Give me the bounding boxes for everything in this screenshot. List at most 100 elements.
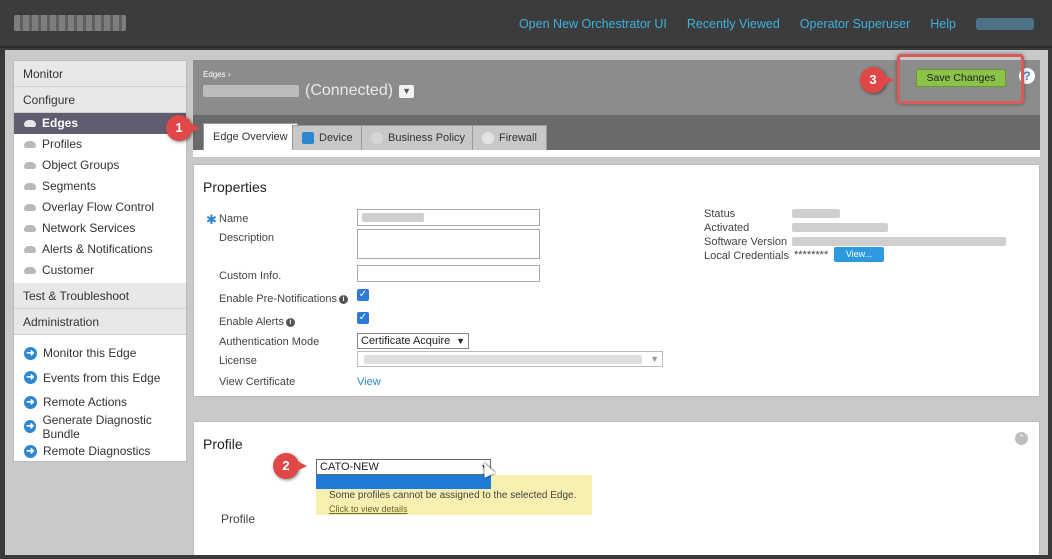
- arrow-right-icon: ➜: [24, 420, 37, 434]
- sidebar-item-label: Profiles: [42, 137, 83, 151]
- license-select[interactable]: ▼: [357, 351, 663, 367]
- view-certificate-link[interactable]: View: [357, 376, 381, 388]
- sidebar-item-alerts-notifications[interactable]: Alerts & Notifications: [14, 239, 186, 260]
- tab-label: Device: [319, 132, 353, 144]
- flame-icon: [482, 132, 494, 144]
- license-value: [364, 355, 642, 364]
- recently-viewed-link[interactable]: Recently Viewed: [687, 17, 780, 31]
- ribbon-icon: [371, 132, 383, 144]
- description-field[interactable]: [357, 229, 540, 259]
- profile-label: Profile: [221, 512, 256, 526]
- arrow-right-icon: ➜: [24, 346, 37, 360]
- tab-label: Edge Overview: [213, 131, 288, 143]
- tab-device[interactable]: Device: [292, 125, 363, 150]
- cloud-icon: [24, 120, 36, 127]
- cloud-icon: [24, 267, 36, 274]
- sidebar-item-label: Customer: [42, 263, 95, 277]
- auth-mode-select[interactable]: Certificate Acquire ▼: [357, 333, 469, 349]
- cloud-icon: [24, 246, 36, 253]
- view-details-link[interactable]: Click to view details: [329, 504, 408, 514]
- callout-2: 2: [273, 453, 307, 479]
- sidebar-item-label: Overlay Flow Control: [42, 200, 155, 214]
- dropdown-option-highlight[interactable]: [316, 475, 491, 489]
- tab-business-policy[interactable]: Business Policy: [361, 125, 476, 150]
- tab-content-strip: [193, 150, 1040, 157]
- operator-superuser-link[interactable]: Operator Superuser: [800, 17, 910, 31]
- sidebar-item-segments[interactable]: Segments: [14, 176, 186, 197]
- app-logo: [14, 15, 126, 31]
- remote-diagnostics-link[interactable]: ➜ Remote Diagnostics: [14, 439, 186, 464]
- required-indicator: ✱: [206, 212, 217, 227]
- view-credentials-button[interactable]: View...: [834, 247, 884, 262]
- software-version-value: [792, 237, 1006, 246]
- status-value: [792, 209, 840, 218]
- chevron-down-icon[interactable]: ▼: [399, 84, 415, 98]
- tab-label: Firewall: [499, 132, 537, 144]
- name-label: Name: [219, 213, 249, 225]
- pre-notifications-label: Enable Pre-Notifications i: [219, 293, 349, 305]
- tab-firewall[interactable]: Firewall: [472, 125, 547, 150]
- properties-panel: Properties ✱ Name Description Custom Inf…: [193, 164, 1040, 397]
- generate-diagnostic-bundle-link[interactable]: ➜ Generate Diagnostic Bundle: [14, 413, 186, 441]
- profile-selected-value: CATO-NEW: [320, 461, 379, 473]
- action-label: Remote Diagnostics: [43, 444, 151, 459]
- action-label: Monitor this Edge: [43, 346, 137, 361]
- enable-alerts-checkbox[interactable]: ✓: [357, 312, 369, 324]
- sidebar-item-label: Network Services: [42, 221, 136, 235]
- sidebar-section-monitor[interactable]: Monitor: [14, 61, 186, 87]
- status-label: Status: [704, 208, 736, 220]
- edge-name: [203, 85, 299, 97]
- chevron-down-icon: ▼: [650, 354, 659, 364]
- action-label: Events from this Edge: [43, 370, 161, 385]
- save-highlight-box: [897, 54, 1024, 104]
- warning-text: Some profiles cannot be assigned to the …: [329, 490, 577, 501]
- arrow-right-icon: ➜: [24, 444, 37, 458]
- tab-label: Business Policy: [388, 132, 466, 144]
- custom-info-field[interactable]: [357, 265, 540, 282]
- sidebar-item-overlay-flow-control[interactable]: Overlay Flow Control: [14, 197, 186, 218]
- sidebar-item-profiles[interactable]: Profiles: [14, 134, 186, 155]
- custom-info-label: Custom Info.: [219, 270, 282, 282]
- auth-mode-label: Authentication Mode: [219, 336, 320, 348]
- sidebar-item-object-groups[interactable]: Object Groups: [14, 155, 186, 176]
- cloud-icon: [24, 141, 36, 148]
- tab-edge-overview[interactable]: Edge Overview: [203, 123, 298, 150]
- license-label: License: [219, 355, 257, 367]
- info-icon: i: [285, 317, 295, 327]
- monitor-this-edge-link[interactable]: ➜ Monitor this Edge: [14, 341, 186, 366]
- name-field[interactable]: [357, 209, 540, 226]
- open-new-orchestrator-link[interactable]: Open New Orchestrator UI: [519, 17, 667, 31]
- help-link[interactable]: Help: [930, 17, 956, 31]
- activated-value: [792, 223, 888, 232]
- callout-1: 1: [166, 115, 200, 141]
- sidebar-section-configure[interactable]: Configure: [14, 87, 186, 113]
- wrench-icon: [302, 132, 314, 144]
- profile-select[interactable]: CATO-NEW ▾: [316, 459, 491, 475]
- breadcrumb[interactable]: Edges ›: [203, 70, 231, 79]
- collapse-icon[interactable]: ⌃: [1015, 432, 1028, 445]
- remote-actions-link[interactable]: ➜ Remote Actions: [14, 390, 186, 415]
- callout-3: 3: [860, 67, 894, 93]
- sidebar-item-customer[interactable]: Customer: [14, 260, 186, 281]
- chevron-down-icon: ▼: [456, 336, 465, 346]
- local-credentials-label: Local Credentials: [704, 250, 789, 262]
- sidebar-section-administration[interactable]: Administration: [14, 309, 186, 335]
- sidebar-item-label: Segments: [42, 179, 97, 193]
- pre-notifications-checkbox[interactable]: ✓: [357, 289, 369, 301]
- properties-title: Properties: [203, 179, 267, 195]
- user-menu[interactable]: [976, 18, 1034, 30]
- info-icon: i: [339, 294, 349, 304]
- sidebar-item-label: Alerts & Notifications: [42, 242, 153, 256]
- events-from-this-edge-link[interactable]: ➜ Events from this Edge: [14, 366, 186, 391]
- arrow-right-icon: ➜: [24, 395, 37, 409]
- tab-bar: Edge Overview Device Business Policy Fir…: [193, 115, 1040, 150]
- enable-alerts-label: Enable Alerts i: [219, 316, 295, 328]
- action-label: Remote Actions: [43, 395, 128, 410]
- sidebar-item-edges[interactable]: Edges: [14, 113, 186, 134]
- sidebar: Monitor Configure Edges Profiles Object …: [13, 60, 187, 462]
- software-version-label: Software Version: [704, 236, 788, 248]
- profile-title: Profile: [203, 436, 243, 452]
- sidebar-item-network-services[interactable]: Network Services: [14, 218, 186, 239]
- sidebar-section-test-troubleshoot[interactable]: Test & Troubleshoot: [14, 283, 186, 309]
- sidebar-item-label: Edges: [42, 116, 79, 130]
